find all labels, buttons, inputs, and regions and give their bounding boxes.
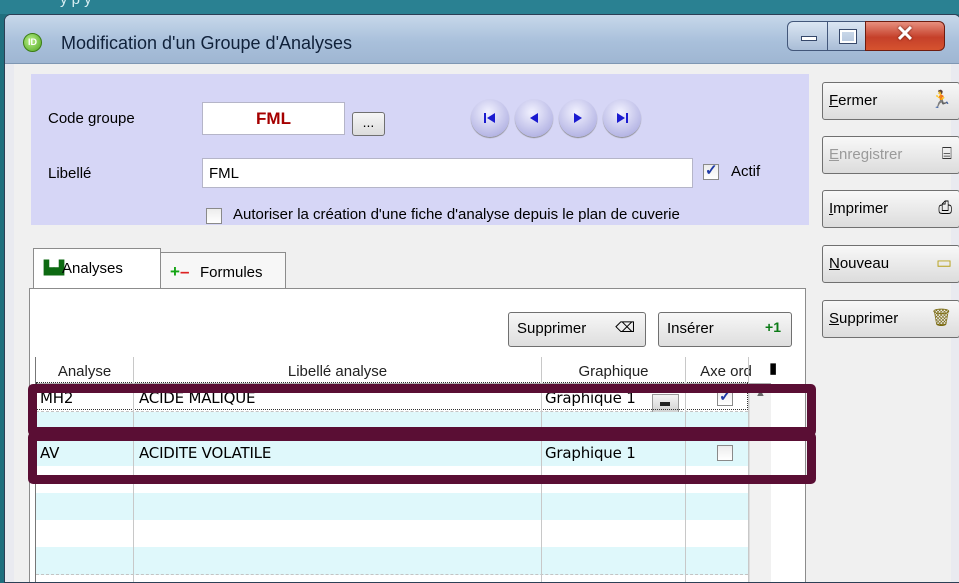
close-button[interactable]: ✕ — [865, 21, 945, 51]
next-record-icon — [574, 113, 582, 123]
autoriser-label: Autoriser la création d'une fiche d'anal… — [233, 206, 680, 223]
table-row[interactable] — [36, 547, 748, 575]
save-icon: ⌸ — [941, 144, 952, 163]
printer-icon: ⎙ — [938, 198, 952, 217]
new-icon: ▭ — [935, 253, 952, 272]
col-axe-header[interactable]: Axe ord — [686, 363, 766, 380]
col-graphique-header[interactable]: Graphique — [542, 363, 685, 380]
close-icon: ✕ — [895, 21, 915, 46]
actif-checkbox[interactable]: ✓ — [703, 162, 719, 180]
nav-next-button[interactable] — [559, 99, 597, 137]
window-title: Modification d'un Groupe d'Analyses — [61, 33, 353, 53]
maximize-button[interactable] — [827, 21, 867, 51]
fermer-label: Fermer — [829, 92, 878, 109]
code-groupe-field[interactable]: FML — [202, 102, 345, 135]
libelle-field[interactable]: FML — [202, 158, 693, 188]
actif-label: Actif — [731, 163, 761, 180]
supprimer-label: Supprimer — [829, 310, 899, 327]
libelle-label: Libellé — [48, 165, 92, 182]
table-row[interactable] — [36, 493, 748, 521]
header-panel: Code groupe FML ... Libellé FML ✓ Actif … — [31, 74, 809, 225]
grid-header: Analyse Libellé analyse Graphique Axe or… — [36, 357, 777, 384]
highlight-box-mh2 — [28, 384, 816, 436]
column-chooser-icon[interactable]: ▮ — [769, 359, 777, 377]
nouveau-button[interactable]: Nouveau ▭ — [822, 245, 959, 283]
first-record-icon — [484, 113, 495, 123]
fermer-button[interactable]: Fermer 🏃 — [822, 82, 959, 120]
code-groupe-label: Code groupe — [48, 110, 135, 127]
desktop-top-text: y p y — [60, 0, 92, 8]
desktop-strip: y p y — [0, 0, 959, 14]
dialog-window: ID Modification d'un Groupe d'Analyses ✕… — [4, 14, 959, 583]
insert-icon: +1 — [765, 319, 781, 335]
check-icon: ✓ — [705, 162, 718, 179]
grid-inserer-button[interactable]: Insérer +1 — [658, 312, 792, 347]
chart-icon: ▙▟ — [44, 260, 64, 275]
browse-button[interactable]: ... — [352, 112, 385, 136]
last-record-icon — [617, 113, 628, 123]
minimize-icon — [801, 36, 817, 41]
nav-last-button[interactable] — [603, 99, 641, 137]
exit-icon: 🏃 — [930, 90, 952, 109]
enregistrer-label: Enregistrer — [829, 146, 903, 163]
dialog-content: Code groupe FML ... Libellé FML ✓ Actif … — [14, 64, 959, 582]
delete-icon: 🗑 — [930, 308, 952, 327]
tab-formules-label: Formules — [200, 264, 263, 281]
title-bar[interactable]: ID Modification d'un Groupe d'Analyses ✕ — [5, 15, 959, 64]
tab-analyses[interactable]: ▙▟ Analyses — [33, 248, 161, 289]
tab-analyses-label: Analyses — [62, 260, 123, 277]
eraser-icon: ⌫ — [615, 319, 635, 335]
col-analyse-header[interactable]: Analyse — [36, 363, 133, 380]
grid-supprimer-label: Supprimer — [517, 320, 587, 337]
table-row[interactable] — [36, 520, 748, 548]
grid-supprimer-button[interactable]: Supprimer ⌫ — [508, 312, 646, 347]
nouveau-label: Nouveau — [829, 255, 890, 272]
supprimer-button[interactable]: Supprimer 🗑 — [822, 300, 959, 338]
tab-formules[interactable]: +– Formules — [160, 252, 286, 289]
maximize-icon — [839, 29, 857, 44]
app-icon: ID — [23, 33, 42, 52]
highlight-box-av — [28, 432, 816, 484]
imprimer-label: Imprimer — [829, 200, 889, 217]
autoriser-checkbox[interactable] — [206, 208, 222, 224]
enregistrer-button[interactable]: Enregistrer ⌸ — [822, 136, 959, 174]
grid-inserer-label: Insérer — [667, 320, 714, 337]
nav-first-button[interactable] — [471, 99, 509, 137]
nav-prev-button[interactable] — [515, 99, 553, 137]
minimize-button[interactable] — [787, 21, 829, 51]
imprimer-button[interactable]: Imprimer ⎙ — [822, 190, 959, 228]
previous-record-icon — [530, 113, 538, 123]
col-libelle-header[interactable]: Libellé analyse — [134, 363, 541, 380]
plus-minus-icon: +– — [170, 262, 190, 281]
